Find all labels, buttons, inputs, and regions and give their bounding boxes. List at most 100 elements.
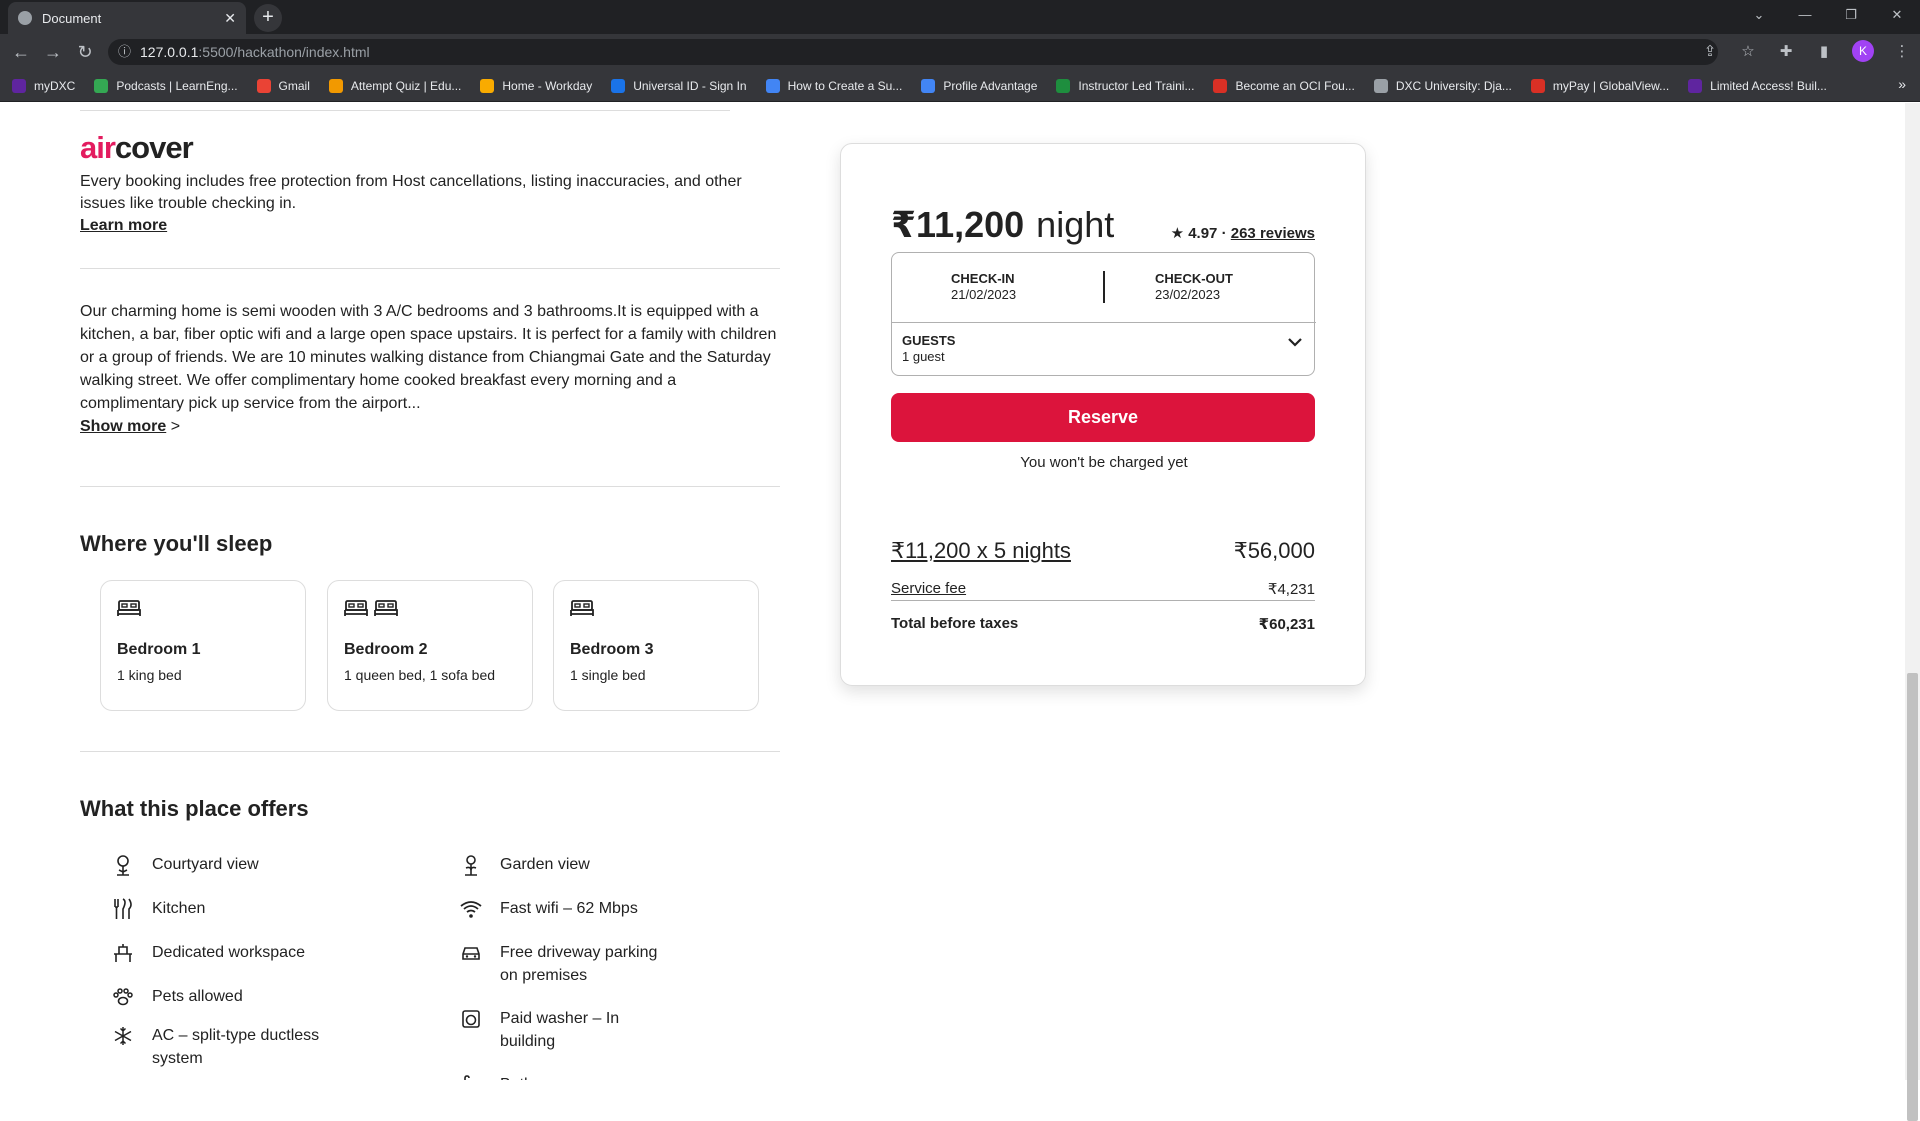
- date-guest-picker: CHECK-IN 21/02/2023 CHECK-OUT 23/02/2023…: [891, 252, 1316, 376]
- extensions-icon[interactable]: ✚: [1776, 42, 1796, 60]
- date-picker: CHECK-IN 21/02/2023 CHECK-OUT 23/02/2023: [892, 253, 1316, 323]
- snowflake-icon: [110, 1024, 136, 1048]
- bookmark-item[interactable]: Universal ID - Sign In: [611, 78, 747, 93]
- total-value: ₹60,231: [1258, 616, 1315, 633]
- bookmark-item[interactable]: Podcasts | LearnEng...: [94, 78, 238, 93]
- check-out-field[interactable]: CHECK-OUT 23/02/2023: [1155, 271, 1233, 302]
- bookmark-item[interactable]: myDXC: [12, 78, 76, 93]
- bookmark-label: myDXC: [34, 78, 76, 93]
- amenity-item: Fast wifi – 62 Mbps: [458, 897, 760, 921]
- price-unit: night: [1036, 204, 1115, 245]
- amenity-item: Courtyard view: [110, 853, 412, 877]
- service-fee-label[interactable]: Service fee: [891, 580, 966, 598]
- bookmark-item[interactable]: DXC University: Dja...: [1373, 78, 1512, 93]
- bookmark-item[interactable]: Home - Workday: [480, 78, 593, 93]
- bookmark-item[interactable]: Limited Access! Buil...: [1688, 78, 1827, 93]
- back-icon[interactable]: ←: [10, 41, 32, 63]
- amenity-label: Courtyard view: [152, 856, 259, 873]
- check-out-label: CHECK-OUT: [1155, 271, 1233, 286]
- url-path: :5500/hackathon/index.html: [198, 44, 370, 60]
- scrollbar-thumb[interactable]: [1907, 673, 1918, 1121]
- amenity-label: Fast wifi – 62 Mbps: [500, 900, 638, 917]
- bedroom-beds: 1 single bed: [570, 667, 646, 683]
- garden-icon: [458, 853, 484, 877]
- menu-icon[interactable]: ⋮: [1892, 42, 1912, 60]
- window-controls: ⌄ — ❐ ✕: [1736, 0, 1920, 30]
- bedroom-beds: 1 queen bed, 1 sofa bed: [344, 667, 496, 683]
- bookmark-label: Gmail: [278, 78, 310, 93]
- bedroom-card: Bedroom 3 1 single bed: [553, 580, 759, 711]
- bookmark-label: Instructor Led Traini...: [1078, 78, 1195, 93]
- bookmark-item[interactable]: Gmail: [256, 78, 310, 93]
- bookmark-favicon-icon: [94, 78, 109, 93]
- divider: [80, 751, 780, 752]
- guests-field[interactable]: GUESTS 1 guest: [902, 333, 955, 364]
- bookmark-label: DXC University: Dja...: [1395, 78, 1512, 93]
- description-section: Our charming home is semi wooden with 3 …: [80, 300, 780, 438]
- bed-icon: [374, 599, 398, 625]
- bookmarks-more-icon[interactable]: »: [1898, 76, 1906, 92]
- page-content: aircover Every booking includes free pro…: [0, 103, 1920, 1080]
- amenity-item: Free driveway parking on premises: [458, 941, 660, 987]
- show-more-link[interactable]: Show more: [80, 418, 166, 435]
- new-tab-button[interactable]: +: [254, 4, 282, 32]
- reviews-link[interactable]: 263 reviews: [1231, 225, 1315, 242]
- close-tab-icon[interactable]: ✕: [224, 10, 236, 27]
- minimize-icon[interactable]: —: [1782, 0, 1828, 30]
- bookmark-item[interactable]: Instructor Led Traini...: [1056, 78, 1195, 93]
- toolbar-actions: ⇪ ☆ ✚ ▮ K ⋮: [1700, 40, 1912, 62]
- page-scrollbar[interactable]: [1905, 103, 1920, 1121]
- nights-label[interactable]: ₹11,200 x 5 nights: [891, 538, 1071, 564]
- bookmark-label: Universal ID - Sign In: [633, 78, 747, 93]
- tab-strip: Document ✕ + ⌄ — ❐ ✕: [0, 0, 1920, 34]
- close-window-icon[interactable]: ✕: [1874, 0, 1920, 30]
- bed-icon: [117, 599, 141, 625]
- reload-icon[interactable]: ↻: [74, 41, 96, 63]
- aircover-logo: aircover: [80, 130, 194, 166]
- amenity-label: Bath: [500, 1073, 660, 1080]
- browser-tab[interactable]: Document ✕: [8, 2, 246, 34]
- bookmark-item[interactable]: Profile Advantage: [921, 78, 1037, 93]
- bookmark-item[interactable]: Become an OCI Fou...: [1213, 78, 1355, 93]
- forward-icon[interactable]: →: [42, 41, 64, 63]
- divider: [80, 268, 780, 269]
- check-in-field[interactable]: CHECK-IN 21/02/2023: [951, 271, 1016, 302]
- tab-search-icon[interactable]: ⌄: [1736, 0, 1782, 30]
- amenity-label: Free driveway parking on premises: [500, 944, 658, 984]
- chevron-down-icon[interactable]: [1286, 333, 1304, 351]
- bookmark-item[interactable]: Attempt Quiz | Edu...: [328, 78, 461, 93]
- tab-title: Document: [42, 10, 102, 26]
- aircover-text: Every booking includes free protection f…: [80, 173, 742, 212]
- side-panel-icon[interactable]: ▮: [1814, 42, 1834, 60]
- bookmark-favicon-icon: [1213, 78, 1228, 93]
- bookmark-label: Limited Access! Buil...: [1710, 78, 1827, 93]
- no-charge-note: You won't be charged yet: [1020, 454, 1188, 471]
- restore-icon[interactable]: ❐: [1828, 0, 1874, 30]
- guests-value: 1 guest: [902, 349, 945, 364]
- reserve-button[interactable]: Reserve: [891, 393, 1315, 442]
- info-icon[interactable]: ⓘ: [118, 39, 131, 65]
- share-icon[interactable]: ⇪: [1700, 42, 1720, 60]
- check-out-value: 23/02/2023: [1155, 287, 1221, 302]
- url-host: 127.0.0.1: [140, 44, 199, 60]
- amenity-label: Paid washer – In building: [500, 1010, 620, 1050]
- amenity-item: Pets allowed: [110, 985, 412, 1009]
- bedroom-card: Bedroom 1 1 king bed: [100, 580, 306, 711]
- bookmark-favicon-icon: [256, 78, 271, 93]
- profile-avatar[interactable]: K: [1852, 40, 1874, 62]
- total-row: Total before taxes ₹60,231: [891, 615, 1315, 633]
- service-fee-row: Service fee ₹4,231: [891, 580, 1315, 601]
- check-in-label: CHECK-IN: [951, 271, 1015, 286]
- bookmark-item[interactable]: myPay | GlobalView...: [1530, 78, 1669, 93]
- address-bar[interactable]: ⓘ 127.0.0.1:5500/hackathon/index.html: [108, 39, 1718, 65]
- amenity-item: AC – split-type ductless system: [110, 1024, 332, 1070]
- bookmark-favicon-icon: [1530, 78, 1545, 93]
- bookmark-star-icon[interactable]: ☆: [1738, 42, 1758, 60]
- bookmark-item[interactable]: How to Create a Su...: [765, 78, 902, 93]
- bookmark-label: Home - Workday: [502, 78, 593, 93]
- amenity-item: Garden view: [458, 853, 760, 877]
- learn-more-link[interactable]: Learn more: [80, 215, 167, 237]
- bookmark-favicon-icon: [1373, 78, 1388, 93]
- rating: ★ 4.97 · 263 reviews: [1171, 224, 1315, 242]
- bookmark-favicon-icon: [480, 78, 495, 93]
